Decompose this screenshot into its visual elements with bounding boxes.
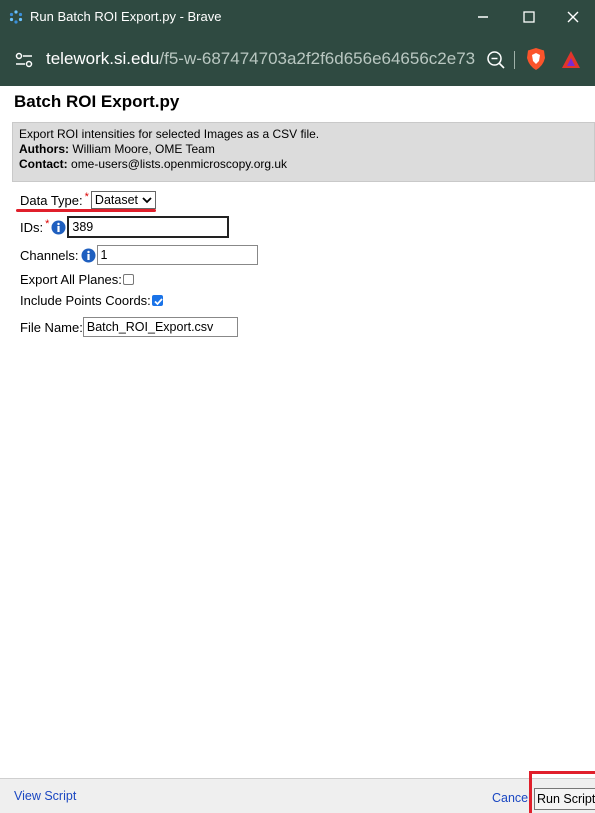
site-settings-icon[interactable] bbox=[14, 51, 34, 69]
url-field[interactable]: telework.si.edu/f5-w-687474703a2f2f6d656… bbox=[46, 49, 476, 69]
data-type-select[interactable]: Dataset bbox=[90, 191, 157, 209]
close-icon bbox=[567, 11, 579, 22]
ids-input[interactable] bbox=[67, 216, 230, 238]
brave-rewards-icon[interactable] bbox=[560, 49, 582, 71]
brave-shields-icon[interactable] bbox=[525, 47, 547, 71]
cancel-link[interactable]: Cancel bbox=[492, 791, 532, 805]
channels-label: Channels: bbox=[20, 247, 79, 263]
address-bar: telework.si.edu/f5-w-687474703a2f2f6d656… bbox=[0, 33, 595, 86]
view-script-link[interactable]: View Script bbox=[14, 789, 76, 803]
file-name-row: File Name: bbox=[20, 317, 238, 337]
include-points-coords-row: Include Points Coords: bbox=[20, 293, 163, 308]
checkmark-icon bbox=[154, 298, 163, 306]
export-all-planes-label: Export All Planes: bbox=[20, 272, 122, 287]
required-marker: * bbox=[84, 191, 89, 203]
file-name-label: File Name: bbox=[20, 319, 83, 335]
maximize-button[interactable] bbox=[506, 0, 552, 33]
script-description: Export ROI intensities for selected Imag… bbox=[19, 127, 320, 141]
export-all-planes-row: Export All Planes: bbox=[20, 272, 134, 287]
script-contact: Contact: ome-users@lists.openmicroscopy.… bbox=[19, 157, 288, 171]
minimize-icon bbox=[478, 15, 488, 18]
run-script-button[interactable]: Run Script bbox=[534, 788, 595, 810]
url-path: /f5-w-687474703a2f2f6d656e64656c2e73692e… bbox=[159, 49, 476, 68]
ids-row: IDs: * bbox=[20, 216, 230, 238]
dialog-footer: View Script Cancel Run Script bbox=[0, 778, 595, 813]
channels-input[interactable] bbox=[96, 245, 258, 265]
window-title: Run Batch ROI Export.py - Brave bbox=[30, 9, 222, 24]
include-points-coords-label: Include Points Coords: bbox=[20, 293, 151, 308]
page-title: Batch ROI Export.py bbox=[14, 92, 180, 111]
export-all-planes-checkbox[interactable] bbox=[122, 274, 134, 285]
channels-row: Channels: bbox=[20, 245, 258, 265]
file-name-input[interactable] bbox=[82, 317, 238, 337]
info-icon[interactable] bbox=[81, 248, 96, 263]
url-domain: telework.si.edu bbox=[46, 49, 160, 68]
script-description-box: Export ROI intensities for selected Imag… bbox=[12, 122, 595, 182]
toolbar-separator bbox=[514, 51, 515, 69]
close-button[interactable] bbox=[550, 0, 595, 33]
data-type-row: Data Type: * Dataset bbox=[20, 191, 157, 209]
data-type-value: Dataset bbox=[94, 193, 139, 207]
include-points-coords-checkbox[interactable] bbox=[151, 295, 163, 306]
ids-label: IDs: bbox=[20, 219, 44, 235]
highlight-underline bbox=[16, 209, 156, 212]
data-type-label: Data Type: bbox=[20, 192, 83, 208]
info-icon[interactable] bbox=[51, 220, 66, 235]
window-titlebar: Run Batch ROI Export.py - Brave bbox=[0, 0, 595, 33]
minimize-button[interactable] bbox=[460, 0, 506, 33]
script-authors: Authors: William Moore, OME Team bbox=[19, 142, 215, 156]
maximize-icon bbox=[523, 10, 535, 23]
zoom-out-icon[interactable] bbox=[485, 49, 507, 71]
chevron-down-icon bbox=[142, 197, 152, 204]
omero-favicon-icon bbox=[9, 10, 23, 24]
required-marker: * bbox=[45, 218, 50, 230]
